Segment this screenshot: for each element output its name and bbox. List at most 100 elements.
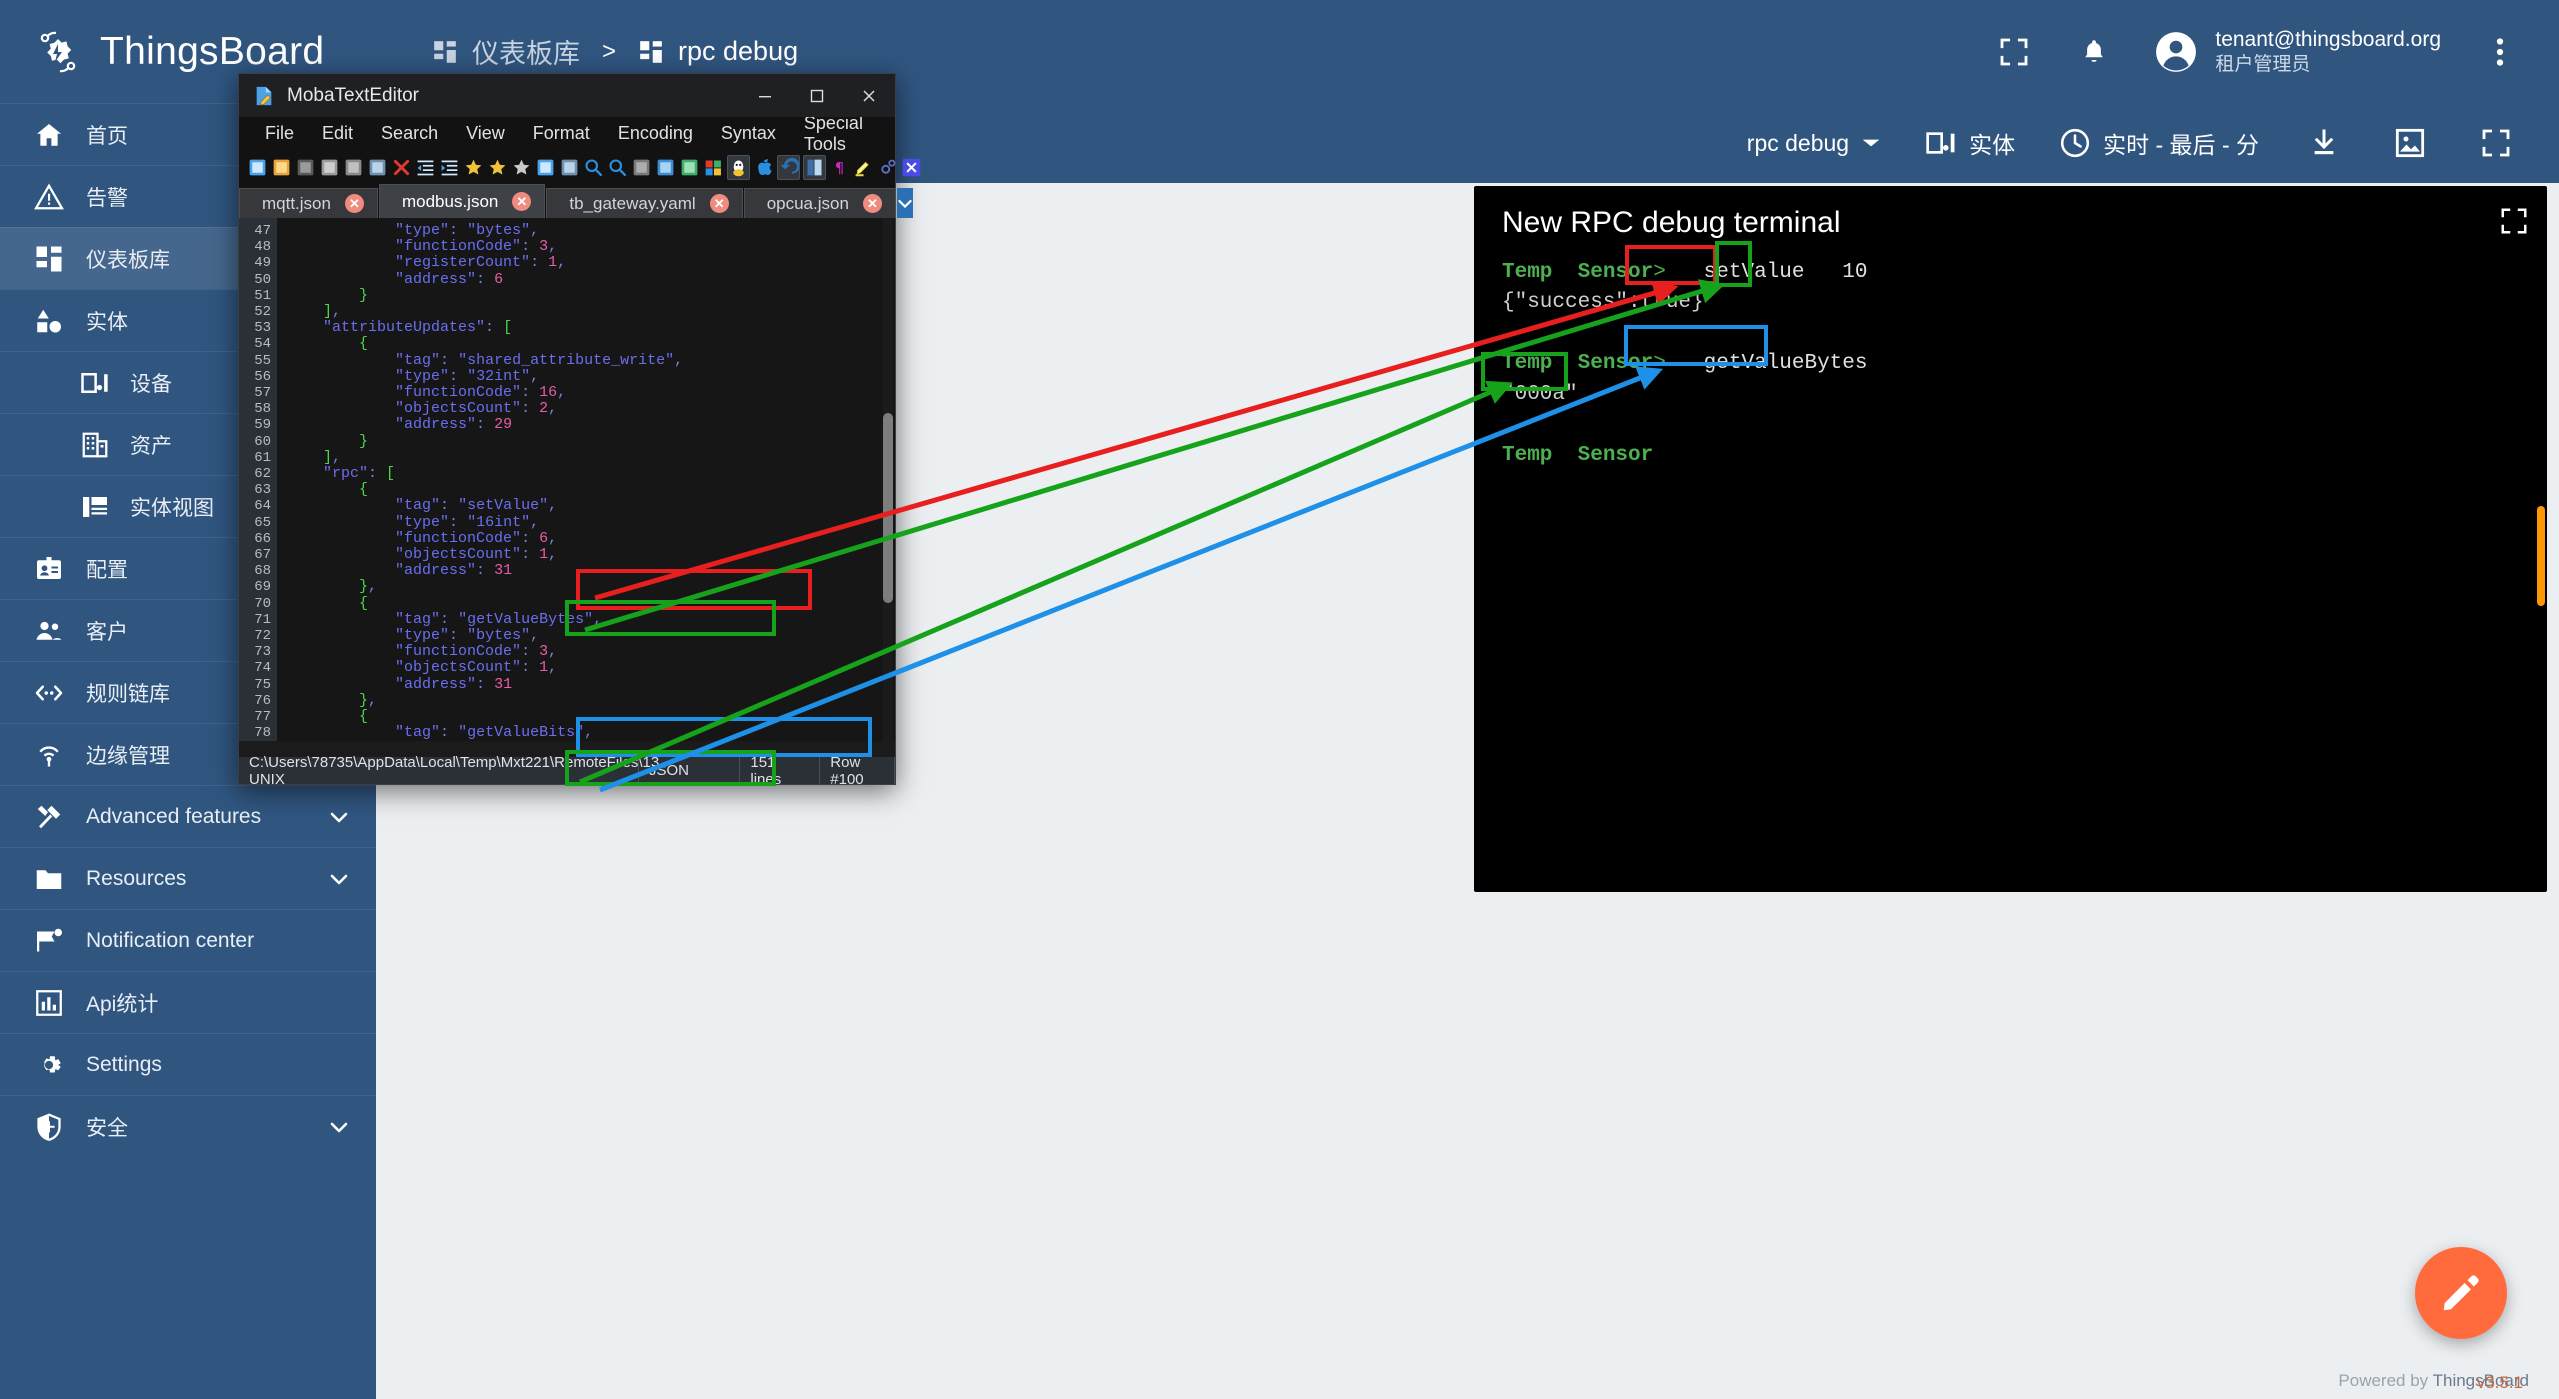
find-icon[interactable] [583,155,604,180]
maximize-button[interactable] [791,74,843,117]
sidebar-item-12[interactable]: Resources [0,847,376,909]
image-icon [2394,127,2426,159]
edge-icon [32,740,66,770]
print-icon[interactable] [343,155,364,180]
save-disk-icon[interactable] [295,155,316,180]
code-content[interactable]: "type": "bytes", "functionCode": 3, "reg… [277,218,895,741]
copy-page-icon[interactable] [319,155,340,180]
code-line: { [287,482,895,498]
breadcrumb-item-current[interactable]: rpc debug [638,36,798,67]
menu-item-syntax[interactable]: Syntax [707,119,790,148]
compare-icon[interactable] [655,155,676,180]
file-tab-1[interactable]: modbus.json✕ [379,184,545,218]
code-line: { [287,709,895,725]
paste-icon[interactable] [559,155,580,180]
menu-item-edit[interactable]: Edit [308,119,367,148]
indent-decrease-icon[interactable] [415,155,436,180]
file-tab-2[interactable]: tb_gateway.yaml✕ [546,188,742,218]
code-editor[interactable]: 4748495051525354555657585960616263646566… [239,218,895,741]
widget-fullscreen-button[interactable] [2499,206,2529,236]
bookmark-star-next-icon[interactable] [487,155,508,180]
tab-scroll-button[interactable] [897,188,913,218]
find-replace-icon[interactable] [607,155,628,180]
bookmark-clear-icon[interactable] [511,155,532,180]
menu-item-search[interactable]: Search [367,119,452,148]
comment-block-icon[interactable] [631,155,652,180]
export-dashboard-button[interactable] [2303,122,2345,164]
minimize-button[interactable] [739,74,791,117]
code-line: "tag": "setValue", [287,498,895,514]
linux-format-icon[interactable] [727,155,750,180]
clock-icon [2059,127,2091,159]
settings-gear-icon[interactable] [877,155,898,180]
breadcrumb-item-dashboards[interactable]: 仪表板库 [432,32,580,71]
delete-red-x-icon[interactable] [391,155,412,180]
user-info: tenant@thingsboard.org 租户管理员 [2215,27,2441,77]
apple-format-icon[interactable] [753,155,774,180]
pilcrow-icon[interactable]: ¶ [829,155,850,180]
entity-alias-button[interactable]: 实体 [1925,126,2015,160]
window-titlebar[interactable]: MobaTextEditor [239,74,895,117]
user-email: tenant@thingsboard.org [2215,27,2441,53]
sidebar-item-15[interactable]: Settings [0,1033,376,1095]
status-line-count: 151 lines [740,757,820,784]
terminal-command-line: Temp Sensor [1502,441,2547,471]
shield-icon [34,1112,64,1142]
code-line: }, [287,579,895,595]
close-blue-x-icon[interactable] [901,155,922,180]
highlighter-icon[interactable] [853,155,874,180]
copy-icon [535,157,556,178]
compare-folder-icon[interactable] [679,155,700,180]
bookmark-clear-icon [511,157,532,178]
sidebar-item-label: 资产 [130,430,172,460]
timewindow-button[interactable]: 实时 - 最后 - 分 [2059,126,2259,160]
file-tab-label: opcua.json [767,194,849,214]
file-tab-0[interactable]: mqtt.json✕ [239,188,378,218]
bookmark-star-icon[interactable] [463,155,484,180]
undo-icon[interactable] [777,155,800,180]
fullscreen-button[interactable] [1993,31,2035,73]
menu-item-format[interactable]: Format [519,119,604,148]
sidebar-item-16[interactable]: 安全 [0,1095,376,1157]
alarm-triangle-icon [34,182,64,212]
indent-increase-icon[interactable] [439,155,460,180]
new-file-icon[interactable] [247,155,268,180]
sidebar-item-label: 首页 [86,120,128,150]
copy-icon[interactable] [535,155,556,180]
editor-scrollbar-thumb[interactable] [883,413,893,603]
user-menu[interactable]: tenant@thingsboard.org 租户管理员 [2153,27,2441,77]
more-vert-icon [2495,34,2505,70]
more-options-button[interactable] [2479,31,2521,73]
dashboard-fullscreen-button[interactable] [2475,122,2517,164]
terminal-scrollbar-thumb[interactable] [2537,506,2545,606]
open-folder-icon[interactable] [271,155,292,180]
windows-format-icon[interactable] [703,155,724,180]
close-tab-icon[interactable]: ✕ [863,194,882,213]
notifications-button[interactable] [2073,31,2115,73]
file-tab-3[interactable]: opcua.json ✕ [744,188,896,218]
sidebar-item-14[interactable]: Api统计 [0,971,376,1033]
comment-block-icon [631,157,652,178]
code-line: "objectsCount": 2, [287,401,895,417]
code-line: "functionCode": 3, [287,644,895,660]
sidebar-item-11[interactable]: Advanced features [0,785,376,847]
terminal-output[interactable]: Temp Sensor> setValue 10{"success":true}… [1474,240,2547,471]
code-line: "functionCode": 6, [287,531,895,547]
menu-item-encoding[interactable]: Encoding [604,119,707,148]
close-tab-icon[interactable]: ✕ [512,192,531,211]
tools-icon [34,802,64,832]
close-button[interactable] [843,74,895,117]
menu-item-file[interactable]: File [251,119,308,148]
close-tab-icon[interactable]: ✕ [345,194,364,213]
edit-dashboard-fab[interactable] [2415,1247,2507,1339]
sidebar-item-13[interactable]: Notification center [0,909,376,971]
column-mode-icon[interactable] [803,155,826,180]
code-line: "functionCode": 3, [287,239,895,255]
close-tab-icon[interactable]: ✕ [710,194,729,213]
print-preview-icon[interactable] [367,155,388,180]
dashboard-image-button[interactable] [2389,122,2431,164]
sidebar-item-label: 告警 [86,182,128,212]
menu-item-view[interactable]: View [452,119,519,148]
code-line: }, [287,693,895,709]
dashboard-state-selector[interactable]: rpc debug [1747,130,1881,157]
